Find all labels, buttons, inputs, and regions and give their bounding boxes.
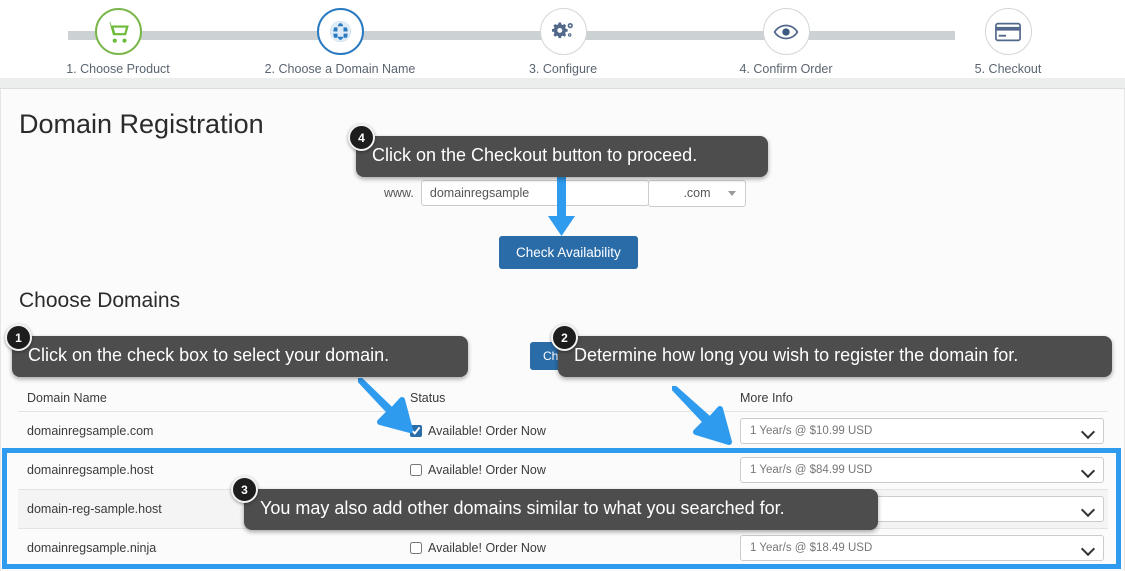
callout-1: Click on the check box to select your do… [12, 336, 468, 377]
registration-period-select[interactable]: 1 Year/s @ $10.99 USD [740, 418, 1104, 444]
status-text: Available! Order Now [428, 541, 546, 555]
callout-badge-3: 3 [231, 476, 258, 503]
annotation-arrow-period-dropdown [672, 386, 732, 445]
registration-period-select[interactable]: 1 Year/s @ $84.99 USD [740, 457, 1104, 483]
select-domain-checkbox[interactable] [410, 542, 422, 554]
chevron-down-icon [1080, 463, 1096, 479]
step-label: 5. Checkout [974, 62, 1042, 76]
step-label: 4. Confirm Order [739, 62, 833, 76]
globe-icon [316, 8, 364, 55]
callout-2: Determine how long you wish to register … [558, 336, 1112, 377]
cell-more-info: 1 Year/s @ $18.49 USD [740, 535, 1108, 561]
step-5-checkout[interactable]: 5. Checkout [928, 8, 1088, 76]
choose-domains-heading: Choose Domains [19, 289, 181, 312]
header-more-info: More Info [740, 391, 793, 405]
cell-more-info: 1 Year/s @ $84.99 USD [740, 457, 1108, 483]
step-label: 1. Choose Product [66, 62, 170, 76]
step-2-choose-domain[interactable]: 2. Choose a Domain Name [260, 8, 420, 76]
chevron-down-icon [728, 190, 736, 196]
chevron-down-icon [1080, 502, 1096, 518]
table-header-row: Domain Name Status More Info [18, 385, 1108, 411]
shopping-cart-icon [94, 8, 142, 55]
gears-icon [539, 8, 587, 55]
chevron-down-icon [1080, 541, 1096, 557]
header-divider [0, 78, 1125, 89]
domain-results-table: Domain Name Status More Info domainregsa… [18, 385, 1108, 567]
header-domain-name: Domain Name [27, 391, 107, 405]
annotation-arrow-checkbox [358, 378, 413, 433]
registration-period-select[interactable]: 1 Year/s @ $18.49 USD [740, 535, 1104, 561]
tld-selected-value: .com [683, 186, 711, 200]
step-label: 3. Configure [528, 62, 598, 76]
page-title: Domain Registration [19, 109, 264, 139]
checkout-progress-header: 1. Choose Product 2. Choose a Domain Nam… [0, 0, 1125, 79]
step-1-choose-product[interactable]: 1. Choose Product [38, 8, 198, 76]
check-availability-button[interactable]: Check Availability [499, 236, 638, 269]
www-prefix-label: www. [384, 186, 414, 200]
cell-status: Available! Order Now [410, 541, 740, 555]
callout-3: You may also add other domains similar t… [244, 489, 878, 530]
select-domain-checkbox[interactable] [410, 464, 422, 476]
table-row: domainregsample.host Available! Order No… [18, 450, 1108, 489]
domain-search-input[interactable] [420, 180, 649, 206]
status-text: Available! Order Now [428, 463, 546, 477]
cell-domain-name: domainregsample.com [27, 424, 154, 438]
callout-4: Click on the Checkout button to proceed. [356, 136, 768, 177]
step-4-confirm-order[interactable]: 4. Confirm Order [706, 8, 866, 76]
table-row: domainregsample.com Available! Order Now… [18, 411, 1108, 450]
cell-domain-name: domainregsample.host [27, 463, 154, 477]
callout-badge-4: 4 [348, 124, 375, 151]
annotation-arrow-down [548, 172, 575, 236]
registration-period-value: 1 Year/s @ $84.99 USD [750, 464, 873, 476]
callout-badge-1: 1 [5, 324, 32, 351]
domain-search-row: www. .com [384, 179, 746, 207]
chevron-down-icon [1080, 424, 1096, 440]
cell-domain-name: domainregsample.ninja [27, 541, 157, 555]
cell-status: Available! Order Now [410, 463, 740, 477]
registration-period-value: 1 Year/s @ $18.49 USD [750, 542, 873, 554]
registration-period-value: 1 Year/s @ $10.99 USD [750, 425, 873, 437]
tld-select[interactable]: .com [648, 179, 746, 207]
step-label: 2. Choose a Domain Name [264, 62, 416, 76]
eye-icon [762, 8, 810, 55]
callout-badge-2: 2 [551, 324, 578, 351]
cell-more-info: 1 Year/s @ $10.99 USD [740, 418, 1108, 444]
status-text: Available! Order Now [428, 424, 546, 438]
step-3-configure[interactable]: 3. Configure [483, 8, 643, 76]
table-row: domainregsample.ninja Available! Order N… [18, 528, 1108, 567]
credit-card-icon [984, 8, 1032, 55]
